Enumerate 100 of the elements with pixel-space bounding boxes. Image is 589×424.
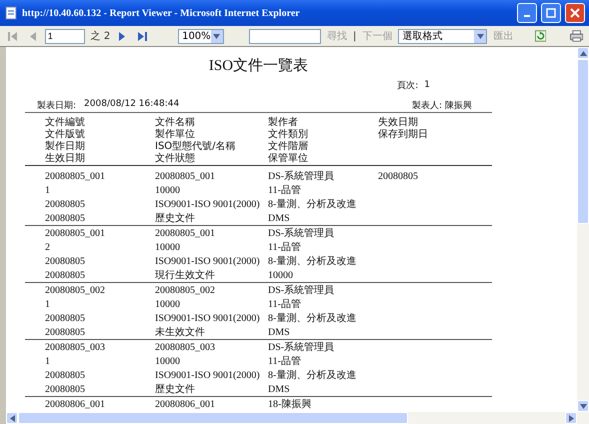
table-cell-text: 20080806_001 [155, 398, 216, 410]
scrollbar-thumb[interactable] [577, 59, 589, 224]
page-nav-button[interactable] [136, 29, 149, 43]
caret-icon [476, 34, 484, 38]
column-header: 製作者 [268, 116, 299, 128]
table-cell-text: DS-系統管理員 [268, 226, 336, 240]
column-header: 文件名稱 [155, 116, 196, 128]
table-cell-text: 20080805_001 [45, 170, 106, 182]
table-cell-text: 未生效文件 [155, 326, 206, 339]
refresh-icon[interactable] [534, 30, 546, 42]
table-cell-text: ISO9001-ISO 9001(2000) [155, 312, 261, 324]
page-icon [4, 6, 18, 20]
column-header: 文件版號 [45, 128, 86, 140]
column-header: 文件階層 [268, 140, 309, 153]
table-cell-text: DMS [268, 326, 291, 338]
maximize-icon [546, 8, 556, 18]
page-number: 1 [424, 80, 430, 90]
table-cell-text: 20080805_002 [45, 284, 106, 296]
scroll-left-icon [10, 414, 14, 422]
scrollbar-thumb[interactable] [18, 412, 408, 424]
table-cell-text: 20080805_001 [155, 228, 216, 238]
close-icon [570, 8, 580, 18]
table-cell-text: 20080805 [378, 170, 419, 182]
last-page-icon [138, 32, 147, 40]
table-cell-text: 10000 [268, 270, 294, 280]
table-cell-text: 10000 [155, 242, 181, 252]
table-cell-text: 20080805 [45, 326, 86, 338]
column-header: 文件狀態 [155, 152, 196, 165]
table-cell-text: 10000 [155, 298, 181, 310]
zoom-select[interactable]: 100% [178, 28, 224, 44]
find-field[interactable] [249, 28, 322, 44]
table-cell-text: 20080805_003 [155, 342, 216, 352]
table-cell-text: 11-品管 [268, 298, 302, 311]
table-cell-text: 1 [45, 298, 51, 310]
table-cell-text: 8-量測、分析及改進 [268, 368, 358, 382]
caret-icon [213, 34, 220, 38]
window-title: http://10.40.60.132 - Report Viewer - Microsoft Internet Explorer [22, 8, 301, 18]
table-cell-text: 20080805_002 [155, 284, 216, 296]
page-label: 頁次: [397, 80, 418, 92]
table-cell-text: 8-量測、分析及改進 [268, 198, 358, 211]
first-page-icon [8, 32, 18, 40]
table-cell-text: 歷史文件 [155, 382, 196, 396]
format-select[interactable]: 選取格式 [398, 28, 488, 44]
table-cell-text: 20080805 [45, 270, 86, 280]
vertical-scrollbar[interactable] [577, 47, 589, 412]
column-header: 製作單位 [155, 128, 196, 140]
scroll-down-icon [580, 404, 586, 408]
horizontal-scrollbar[interactable] [0, 412, 589, 424]
report-date-label: 製表日期: [37, 100, 76, 112]
table-cell-text: 20080805 [45, 256, 86, 266]
page-count: 之 2 [90, 30, 110, 43]
table-cell-text: 10000 [155, 356, 181, 366]
next-page-icon [119, 32, 126, 40]
table-cell-text: DMS [268, 212, 291, 224]
table-cell-text: 20080805_003 [45, 342, 106, 352]
table-cell-text: 20080805 [45, 198, 86, 210]
scroll-up-icon [580, 50, 586, 56]
report-date: 2008/08/12 16:48:44 [84, 98, 180, 110]
column-header: ISO型態代號/名稱 [155, 140, 237, 152]
page-field[interactable]: 1 [44, 28, 85, 44]
column-header: 生效日期 [45, 152, 86, 165]
table-cell-text: 20080805_001 [155, 170, 216, 182]
maximize-button[interactable] [541, 3, 561, 23]
table-cell-text: 歷史文件 [155, 212, 196, 225]
column-header: 保管單位 [268, 152, 309, 165]
table-cell-text: 8-量測、分析及改進 [268, 254, 358, 268]
table-cell-text: 11-品管 [268, 355, 302, 368]
column-header: 文件類別 [268, 128, 309, 140]
table-cell-text: 11-品管 [268, 184, 302, 197]
printer-icon[interactable] [570, 30, 584, 42]
table-cell-text: DMS [268, 384, 291, 394]
table-cell-text: ISO9001-ISO 9001(2000) [155, 198, 261, 210]
table-cell-text: DS-系統管理員 [268, 170, 336, 183]
report-maker: 陳振興 [445, 100, 472, 112]
previous-page-icon [28, 32, 36, 40]
separator: | [353, 30, 356, 42]
table-cell-text: 1 [45, 184, 51, 196]
column-header: 失效日期 [378, 116, 419, 128]
table-cell-text: 18-陳振興 [268, 398, 312, 411]
column-header: 保存到期日 [378, 128, 429, 141]
table-cell-text: 1 [45, 356, 51, 366]
column-header: 文件編號 [45, 116, 86, 128]
table-cell-text: 20080805 [45, 212, 86, 224]
table-cell-text: 2 [45, 242, 51, 252]
table-cell-text: 20080805 [45, 370, 86, 380]
table-cell-text: DS-系統管理員 [268, 340, 336, 354]
table-cell-text: 8-量測、分析及改進 [268, 312, 358, 325]
table-cell-text: 20080805 [45, 312, 86, 324]
table-cell-text: DS-系統管理員 [268, 284, 336, 297]
minimize-button[interactable] [517, 3, 537, 23]
report-maker-label: 製表人: [412, 100, 442, 112]
scroll-right-icon [568, 414, 574, 422]
table-cell-text: 20080805_001 [45, 228, 106, 238]
table-cell-text: ISO9001-ISO 9001(2000) [155, 370, 261, 380]
report-title: ISO文件一覽表 [208, 56, 310, 76]
table-cell-text: 20080805 [45, 384, 86, 394]
table-cell-text: ISO9001-ISO 9001(2000) [155, 256, 261, 266]
table-cell-text: 20080806_001 [45, 398, 106, 410]
table-cell-text: 10000 [155, 184, 181, 196]
close-button[interactable] [565, 3, 585, 23]
